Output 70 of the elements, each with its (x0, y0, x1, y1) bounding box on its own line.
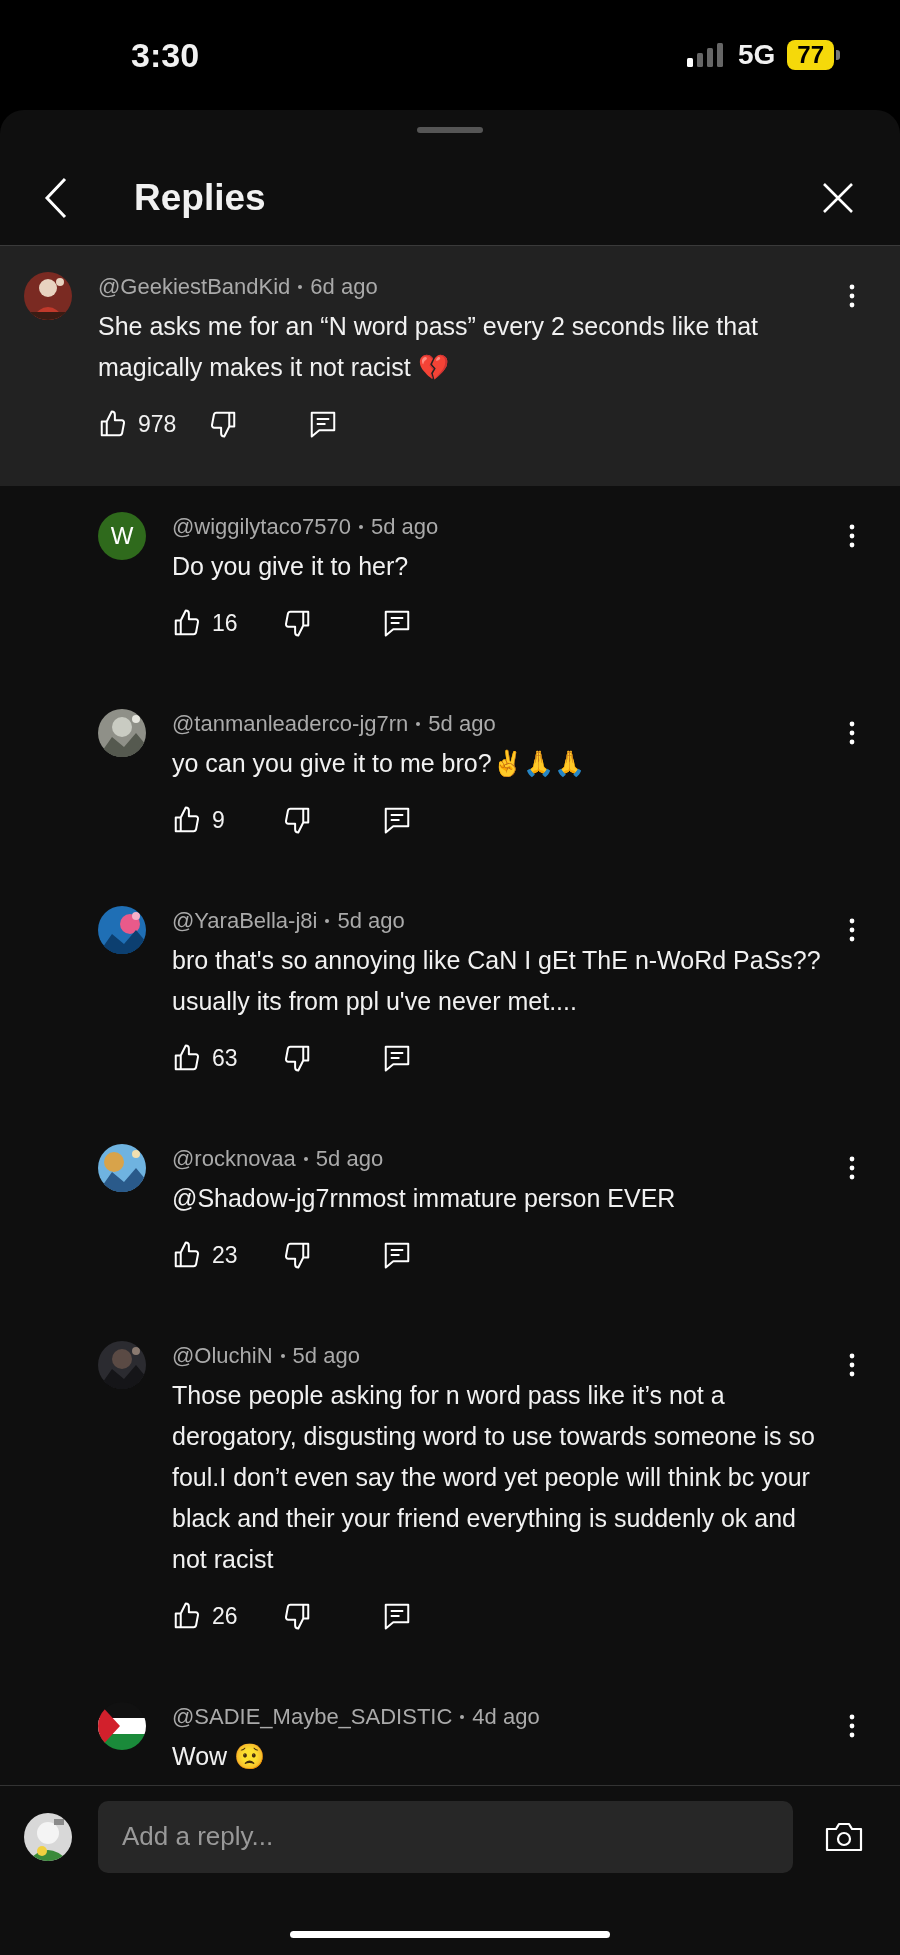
network-label: 5G (737, 39, 776, 71)
reply-author[interactable]: @SADIE_Maybe_SADISTIC (172, 1702, 453, 1732)
more-icon[interactable] (848, 918, 856, 942)
reply-icon[interactable] (382, 1043, 412, 1073)
reply-time: 5d ago (337, 907, 405, 935)
reply-time: 5d ago (292, 1342, 360, 1370)
reply-icon[interactable] (382, 1240, 412, 1270)
drag-handle[interactable] (417, 127, 483, 133)
reply-author[interactable]: @wiggilytaco7570 (172, 512, 351, 542)
comment-text: She asks me for an “N word pass” every 2 seconds like that magically makes it not racist 💔 (98, 311, 759, 383)
thumbs-up-icon[interactable] (172, 608, 202, 638)
like-count: 23 (212, 1241, 239, 1269)
reply-text: Wow 😟 (172, 1741, 267, 1772)
reply-text: @Shadow-jg7rnmost immature person EVER (172, 1183, 677, 1214)
separator-dot (303, 1157, 308, 1161)
close-icon[interactable] (822, 181, 854, 214)
like-count: 26 (212, 1602, 239, 1630)
reply-time: 4d ago (472, 1703, 540, 1731)
thumbs-up-icon[interactable] (98, 409, 128, 439)
signal-icon (685, 43, 726, 67)
more-icon[interactable] (848, 1156, 856, 1180)
more-icon[interactable] (848, 284, 856, 308)
reply-text: Those people asking for n word pass like it’s not a derogatory, disgusting word to use towards someone is so foul.I don’t even say the word yet people will think bc your black and their your friend everything is suddenly ok and not racist (172, 1380, 816, 1575)
comment-author[interactable]: @GeekiestBandKid (98, 272, 291, 302)
more-icon[interactable] (848, 524, 856, 548)
separator-dot (325, 919, 330, 923)
separator-dot (416, 722, 421, 726)
reply-time: 5d ago (428, 710, 496, 738)
reply-icon[interactable] (382, 1601, 412, 1631)
camera-icon[interactable] (824, 1820, 864, 1853)
separator-dot (460, 1715, 465, 1719)
thumbs-up-icon[interactable] (172, 1240, 202, 1270)
comment-time: 6d ago (310, 273, 378, 301)
reply-author[interactable]: @rocknovaa (172, 1144, 296, 1174)
more-icon[interactable] (848, 1353, 856, 1377)
like-count: 978 (138, 410, 178, 438)
thumbs-down-icon[interactable] (282, 1043, 312, 1073)
reply-time: 5d ago (370, 513, 439, 541)
reply-time: 5d ago (315, 1145, 384, 1173)
more-icon[interactable] (848, 721, 856, 745)
sheet-title: Replies (134, 176, 267, 219)
battery-indicator: 77 (787, 40, 840, 70)
reply-icon[interactable] (308, 409, 338, 439)
reply-text: yo can you give it to me bro?✌🙏🙏 (172, 748, 586, 779)
reply-text: bro that's so annoying like CaN I gEt ThE n-WoRd PaSs?? usually its from ppl u've never met.... (172, 945, 822, 1017)
thumbs-up-icon[interactable] (172, 1043, 202, 1073)
reply-author[interactable]: @OluchiN (172, 1341, 273, 1371)
like-count: 9 (212, 806, 226, 834)
like-count: 16 (212, 609, 239, 637)
thumbs-down-icon[interactable] (208, 409, 238, 439)
reply-author[interactable]: @YaraBella-j8i (172, 906, 318, 936)
thumbs-up-icon[interactable] (172, 1601, 202, 1631)
thumbs-down-icon[interactable] (282, 805, 312, 835)
thumbs-down-icon[interactable] (282, 1240, 312, 1270)
reply-text: Do you give it to her? (172, 551, 410, 582)
separator-dot (280, 1354, 285, 1358)
status-time: 3:30 (131, 35, 200, 75)
thumbs-down-icon[interactable] (282, 608, 312, 638)
avatar[interactable]: W (98, 512, 146, 560)
separator-dot (298, 285, 303, 289)
separator-dot (358, 525, 363, 529)
reply-icon[interactable] (382, 805, 412, 835)
like-count: 63 (212, 1044, 239, 1072)
thumbs-up-icon[interactable] (172, 805, 202, 835)
more-icon[interactable] (848, 1714, 856, 1738)
reply-author[interactable]: @tanmanleaderco-jg7rn (172, 709, 409, 739)
thumbs-down-icon[interactable] (282, 1601, 312, 1631)
reply-input-field[interactable]: Add a reply... (98, 1800, 793, 1873)
reply-icon[interactable] (382, 608, 412, 638)
back-icon[interactable] (44, 176, 68, 219)
